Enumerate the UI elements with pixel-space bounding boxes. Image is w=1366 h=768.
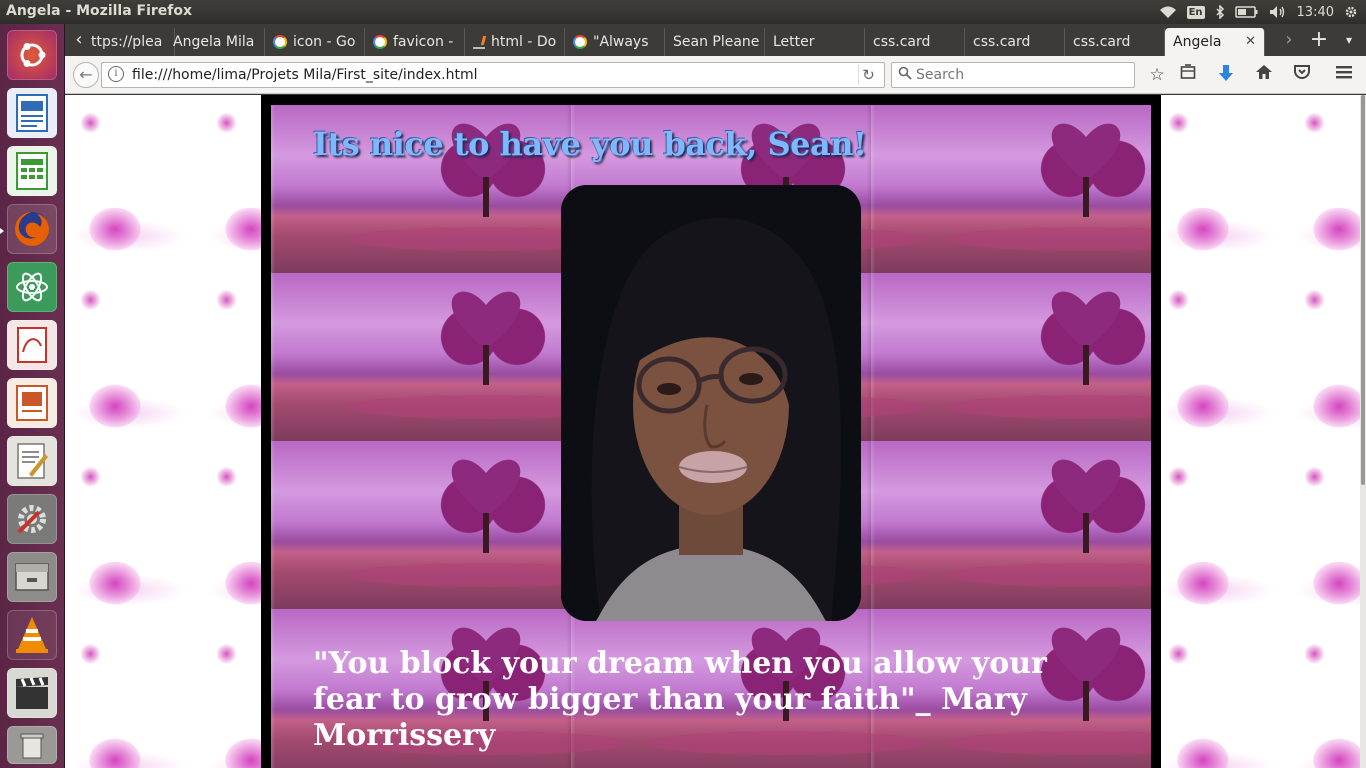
google-favicon-icon [273,35,287,49]
system-settings-launcher[interactable] [7,494,57,544]
welcome-card: Its nice to have you back, Sean! "You bl… [271,105,1151,768]
tab[interactable]: Sean Pleane [665,28,765,56]
settings-gear-icon[interactable] [1344,5,1358,19]
site-info-icon[interactable]: i [108,66,124,82]
tab-label: Sean Pleane [673,34,760,50]
back-arrow-icon: ← [79,65,93,84]
tab-label: css.card [1073,34,1131,50]
stackoverflow-favicon-icon [473,35,485,49]
tab-label: Angela [1173,34,1222,50]
tab-label: Letter [773,34,815,50]
tab-label: html - Do [491,34,557,50]
close-tab-icon[interactable]: ✕ [1245,30,1256,54]
firefox-icon [15,212,49,246]
scroll-tabs-right-button[interactable]: › [1277,28,1301,52]
search-input[interactable] [916,65,1126,85]
atom-icon [16,272,48,302]
tab[interactable]: Letter [765,28,865,56]
pdf-viewer-icon [17,327,47,363]
unity-launcher [0,24,65,768]
tab[interactable]: css.card [965,28,1065,56]
libreoffice-calc-launcher[interactable] [7,146,57,196]
text-editor-launcher[interactable] [7,436,57,486]
tab[interactable]: favicon - [365,28,465,56]
scrollbar-thumb[interactable] [1361,95,1365,485]
bookmark-star-icon[interactable]: ☆ [1146,64,1168,86]
battery-icon[interactable] [1234,5,1259,19]
firefox-launcher[interactable] [7,204,57,254]
back-button[interactable]: ← [73,62,99,88]
text-editor-icon [17,443,48,479]
file-archive-launcher[interactable] [7,552,57,602]
tab[interactable]: html - Do [465,28,565,56]
url-input[interactable] [132,65,832,85]
downloads-arrow-icon[interactable] [1215,64,1237,86]
libreoffice-impress-launcher[interactable] [7,378,57,428]
tab-strip: ‹ ttps://plea Angela Mila icon - Go favi… [65,24,1366,56]
bookmarks-library-icon[interactable] [1177,64,1199,86]
pocket-icon[interactable] [1291,64,1313,86]
writer-document-icon [16,94,48,132]
calc-spreadsheet-icon [16,152,48,190]
page-viewport[interactable]: Its nice to have you back, Sean! "You bl… [65,95,1366,768]
bluetooth-icon[interactable] [1215,4,1225,20]
hamburger-menu-icon[interactable] [1333,64,1355,86]
tab-label: css.card [873,34,931,50]
tab-label: Angela Mila [173,34,255,50]
tab-label: icon - Go [293,34,356,50]
tab-label: favicon - [393,34,454,50]
reload-icon[interactable]: ↻ [858,65,878,85]
content-frame: Its nice to have you back, Sean! "You bl… [261,95,1161,768]
clock[interactable]: 13:40 [1297,5,1334,20]
tab[interactable]: css.card [1065,28,1165,56]
atom-editor-launcher[interactable] [7,262,57,312]
welcome-greeting: Its nice to have you back, Sean! [313,125,867,163]
tab-label: ttps://plea [91,34,163,50]
file-cabinet-icon [15,563,49,591]
impress-presentation-icon [16,385,48,421]
tab[interactable]: ttps://plea [83,28,175,56]
tab-label: css.card [973,34,1031,50]
ubuntu-logo-icon [20,43,46,67]
profile-photo [561,185,861,621]
search-icon [898,66,912,84]
tab[interactable]: css.card [865,28,965,56]
document-viewer-launcher[interactable] [7,320,57,370]
tab[interactable]: Angela Mila [165,28,265,56]
inspirational-quote: "You block your dream when you allow you… [313,646,1047,753]
trash-launcher[interactable] [7,726,57,764]
home-icon[interactable] [1253,64,1275,86]
ubuntu-dash-button[interactable] [7,30,57,80]
vlc-cone-icon [16,617,48,653]
search-bar[interactable] [891,62,1135,88]
clapperboard-icon [16,677,48,709]
window-title-bar: Angela - Mozilla Firefox En 13:40 [0,0,1366,24]
volume-icon[interactable] [1269,5,1287,19]
tab[interactable]: icon - Go [265,28,365,56]
url-bar[interactable]: i ↻ [101,62,885,88]
page-scrollbar[interactable] [1360,95,1366,768]
tab[interactable]: "Always [565,28,665,56]
tab-active[interactable]: Angela ✕ [1165,28,1265,56]
wifi-icon[interactable] [1159,5,1177,19]
trash-icon [20,733,44,759]
window-title: Angela - Mozilla Firefox [6,3,193,19]
navigation-toolbar: ← i ↻ ☆ [65,56,1366,94]
list-all-tabs-button[interactable]: ▾ [1337,28,1361,52]
google-favicon-icon [573,35,587,49]
google-favicon-icon [373,35,387,49]
system-tray: En 13:40 [1159,0,1358,24]
settings-tools-icon [17,505,46,534]
vlc-launcher[interactable] [7,610,57,660]
keyboard-layout-indicator[interactable]: En [1186,5,1205,19]
video-editor-launcher[interactable] [7,668,57,718]
new-tab-button[interactable]: + [1307,28,1331,52]
tab-label: "Always [593,34,649,50]
libreoffice-writer-launcher[interactable] [7,88,57,138]
